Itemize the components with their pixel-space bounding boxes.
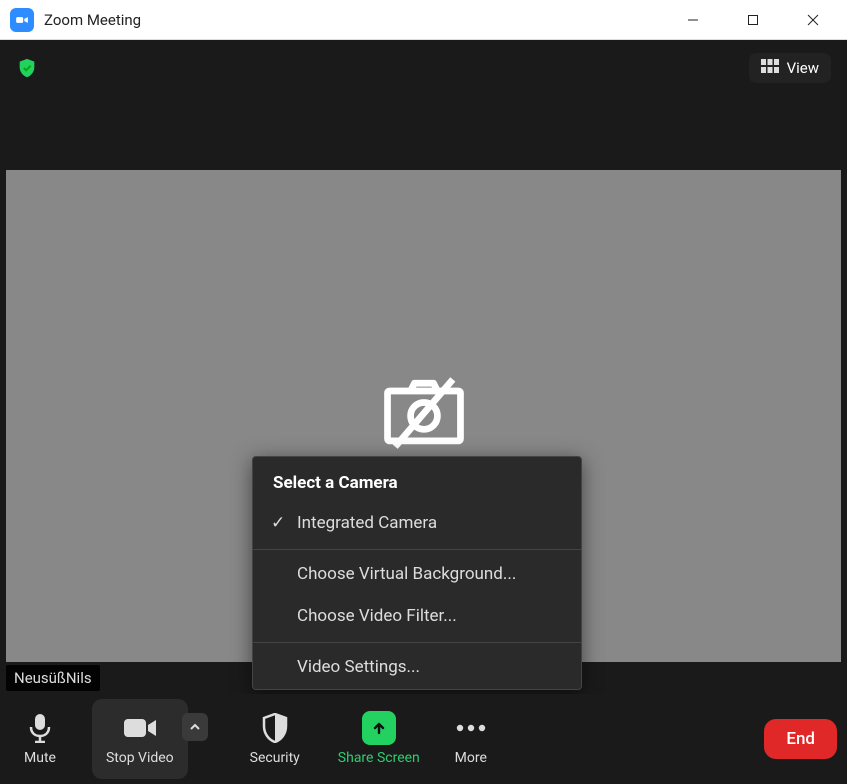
stop-video-label: Stop Video: [106, 750, 174, 766]
end-button[interactable]: End: [764, 719, 837, 759]
security-label: Security: [250, 750, 300, 766]
mute-label: Mute: [24, 750, 56, 766]
window-title: Zoom Meeting: [44, 11, 141, 29]
stop-video-button[interactable]: Stop Video: [92, 699, 188, 779]
menu-separator: [253, 642, 581, 643]
video-camera-icon: [123, 712, 157, 744]
menu-item-virtual-background[interactable]: Choose Virtual Background...: [253, 554, 581, 596]
video-options-menu: Select a Camera Integrated Camera Choose…: [252, 456, 582, 690]
more-icon: [454, 712, 488, 744]
participant-name-label: NeusüßNils: [6, 665, 100, 691]
meeting-toolbar: Mute Stop Video Security S: [0, 694, 847, 784]
app-body: View NeusüßNils Select a Camera Integrat…: [0, 40, 847, 784]
menu-item-video-settings[interactable]: Video Settings...: [253, 647, 581, 689]
close-button[interactable]: [783, 0, 843, 40]
share-screen-button[interactable]: Share Screen: [324, 699, 434, 779]
encryption-shield-icon[interactable]: [16, 57, 38, 79]
view-button[interactable]: View: [749, 53, 831, 83]
grid-icon: [761, 59, 779, 77]
maximize-button[interactable]: [723, 0, 783, 40]
camera-off-icon: [376, 366, 472, 466]
menu-separator: [253, 549, 581, 550]
meeting-header: View: [0, 40, 847, 96]
view-label: View: [787, 59, 819, 77]
security-button[interactable]: Security: [236, 699, 314, 779]
menu-item-integrated-camera[interactable]: Integrated Camera: [253, 503, 581, 545]
minimize-button[interactable]: [663, 0, 723, 40]
zoom-app-icon: [10, 8, 34, 32]
more-button[interactable]: More: [440, 699, 502, 779]
share-screen-label: Share Screen: [338, 750, 420, 766]
shield-icon: [262, 712, 288, 744]
more-label: More: [455, 750, 487, 766]
microphone-icon: [29, 712, 51, 744]
end-label: End: [786, 729, 815, 749]
menu-header: Select a Camera: [253, 457, 581, 503]
video-options-chevron[interactable]: [182, 713, 208, 741]
mute-button[interactable]: Mute: [10, 699, 70, 779]
share-screen-icon: [362, 711, 396, 745]
menu-item-video-filter[interactable]: Choose Video Filter...: [253, 596, 581, 638]
titlebar: Zoom Meeting: [0, 0, 847, 40]
